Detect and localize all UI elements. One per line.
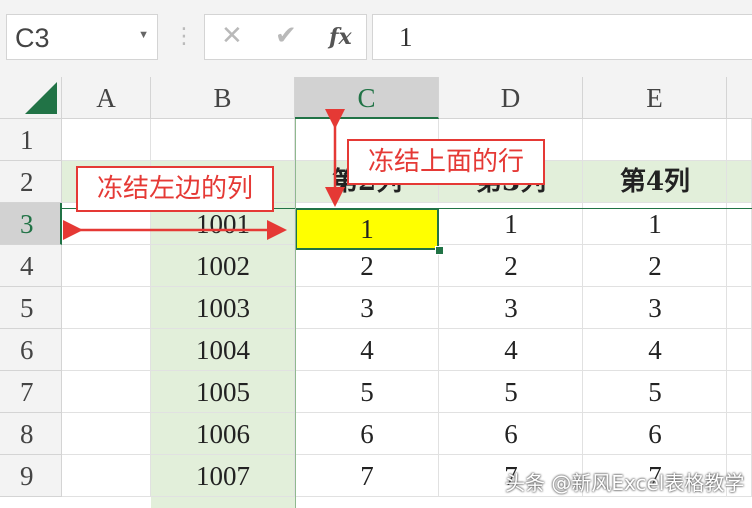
annotation-arrows xyxy=(63,109,345,240)
watermark: 头条 @新风Excel表格教学 xyxy=(505,471,745,495)
